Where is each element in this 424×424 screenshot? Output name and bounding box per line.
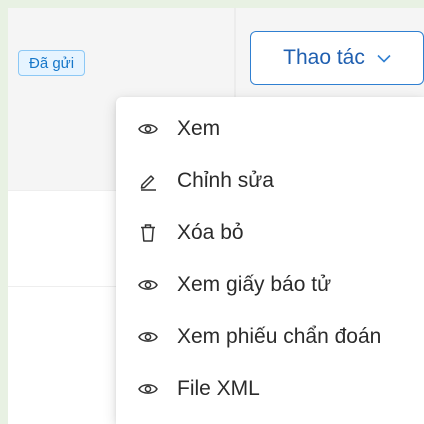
menu-item-view[interactable]: Xem [116, 103, 424, 155]
menu-item-label: File XML [177, 377, 260, 400]
menu-item-delete[interactable]: Xóa bỏ [116, 207, 424, 259]
eye-icon [136, 377, 160, 401]
menu-item-view-diagnosis[interactable]: Xem phiếu chẩn đoán [116, 311, 424, 363]
chevron-down-icon [377, 54, 391, 63]
actions-dropdown-menu: Xem Chỉnh sửa Xóa bỏ Xem giấy báo tử Xem… [116, 97, 424, 424]
menu-item-label: Xem phiếu chẩn đoán [177, 325, 382, 348]
menu-item-label: Xem giấy báo tử [177, 273, 332, 296]
pencil-icon [136, 169, 160, 193]
actions-button-label: Thao tác [283, 46, 365, 69]
actions-dropdown-button[interactable]: Thao tác [250, 31, 424, 85]
status-badge: Đã gửi [18, 50, 86, 76]
menu-item-file-xml[interactable]: File XML [116, 363, 424, 415]
menu-item-label: Chỉnh sửa [177, 169, 274, 192]
menu-item-view-death-notice[interactable]: Xem giấy báo tử [116, 259, 424, 311]
eye-icon [136, 273, 160, 297]
row-divider [8, 190, 118, 191]
menu-item-label: Xem [177, 117, 221, 140]
menu-item-label: Xóa bỏ [177, 221, 244, 244]
menu-item-edit[interactable]: Chỉnh sửa [116, 155, 424, 207]
eye-icon [136, 117, 160, 141]
eye-icon [136, 325, 160, 349]
trash-icon [136, 221, 160, 245]
row-divider [8, 286, 118, 287]
